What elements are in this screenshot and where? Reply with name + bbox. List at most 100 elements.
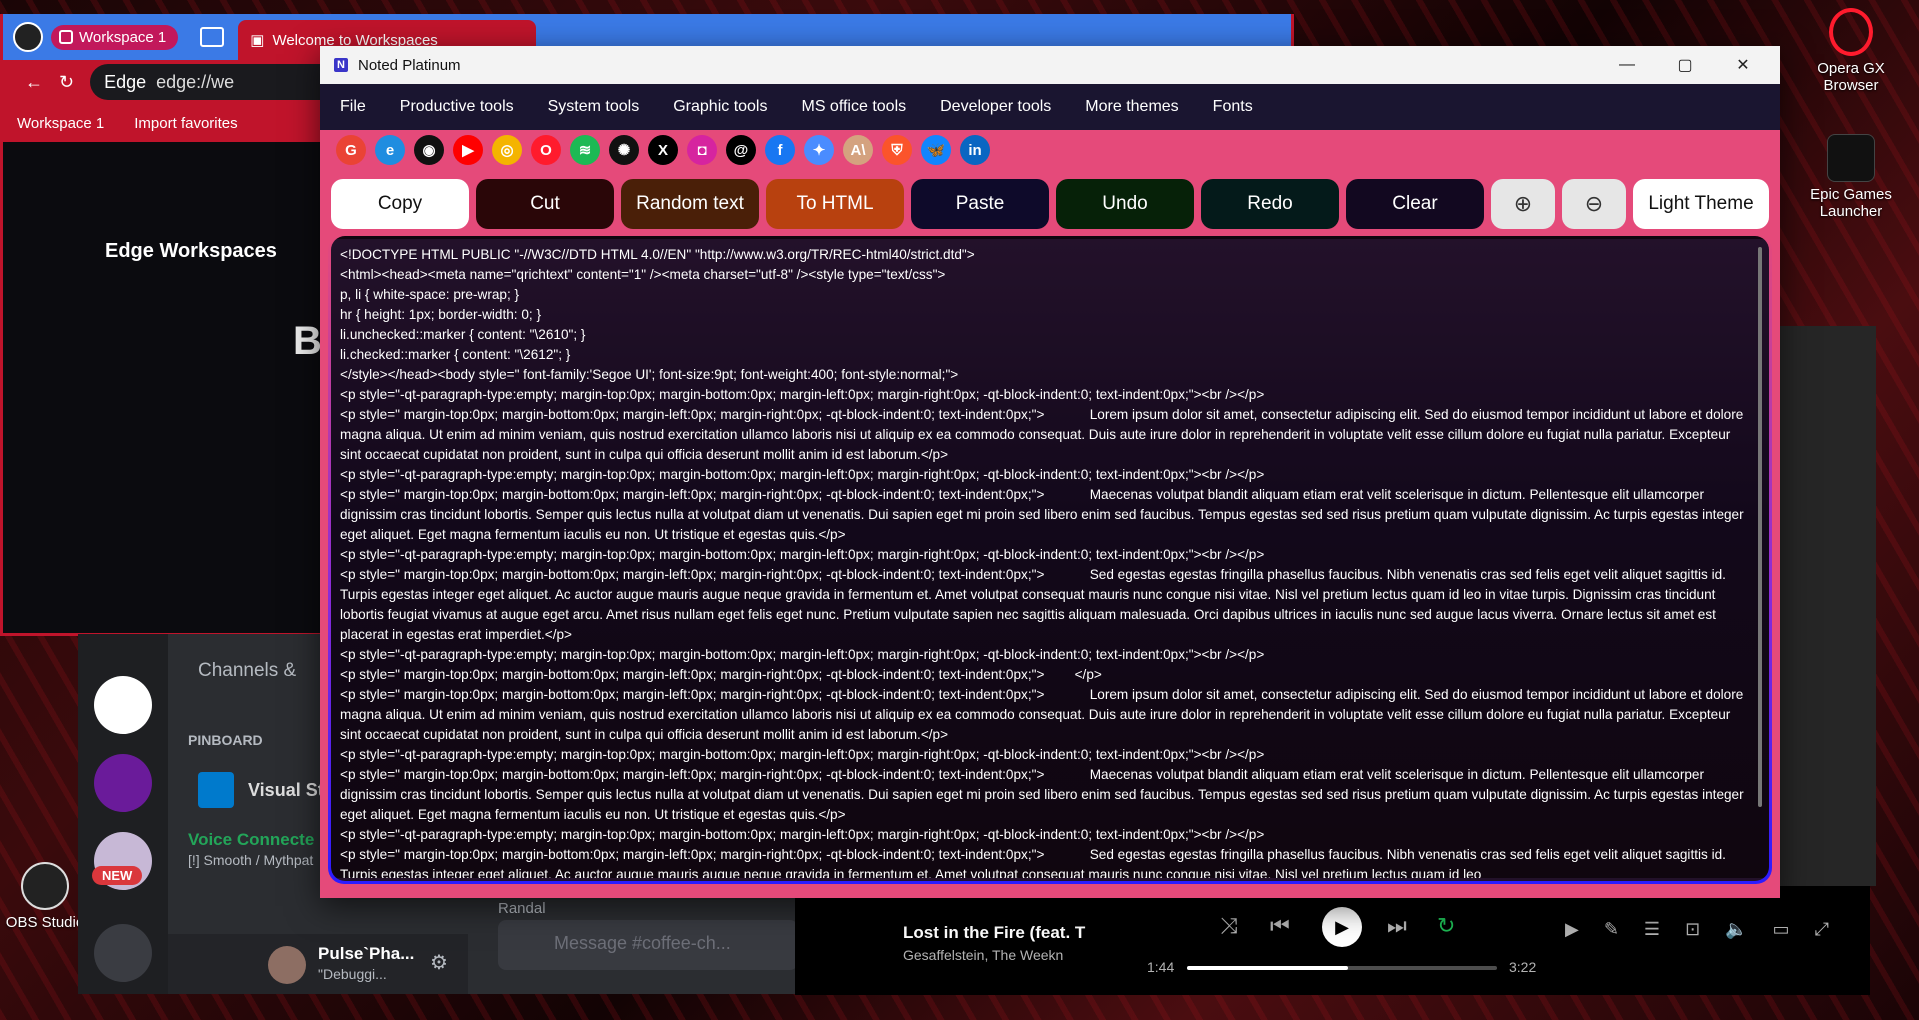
track-title[interactable]: Lost in the Fire (feat. T [903, 923, 1085, 943]
random-text-button[interactable]: Random text [621, 179, 759, 229]
spotify-icon[interactable]: ≋ [570, 135, 600, 165]
menu-graphic-tools[interactable]: Graphic tools [673, 98, 784, 116]
window-controls: — ▢ ✕ [1598, 46, 1772, 84]
pinboard-header[interactable]: PINBOARD [188, 732, 263, 748]
paste-button[interactable]: Paste [911, 179, 1049, 229]
edge-logo-label: Edge [104, 71, 147, 92]
menu-more-themes[interactable]: More themes [1085, 98, 1195, 116]
anthropic-icon[interactable]: A\ [843, 135, 873, 165]
elapsed-time: 1:44 [1147, 959, 1175, 975]
zoom-out-button[interactable]: ⊖ [1562, 179, 1626, 229]
menu-file[interactable]: File [340, 98, 383, 116]
menu-system-tools[interactable]: System tools [548, 98, 657, 116]
server-icon[interactable] [94, 754, 152, 812]
voice-connected-label: Voice Connecte [188, 830, 315, 849]
menu-productive-tools[interactable]: Productive tools [400, 98, 531, 116]
edge-page-heading: B [293, 319, 322, 363]
total-time: 3:22 [1509, 959, 1537, 975]
openai-icon[interactable]: ✺ [609, 135, 639, 165]
user-panel [168, 934, 468, 994]
workspace-icon: ▣ [250, 32, 265, 49]
window-title: Noted Platinum [358, 56, 461, 74]
youtube-icon[interactable]: ▶ [453, 135, 483, 165]
track-artist[interactable]: Gesaffelstein, The Weekn [903, 947, 1063, 963]
user-status: "Debuggi... [318, 966, 387, 982]
new-badge: NEW [92, 866, 143, 885]
settings-icon[interactable]: ⚙ [430, 950, 448, 975]
scrollbar[interactable] [1758, 247, 1762, 807]
message-placeholder: Message #coffee-ch... [554, 933, 731, 953]
copy-button[interactable]: Copy [331, 179, 469, 229]
progress-fill [1187, 966, 1349, 970]
google-icon[interactable]: G [336, 135, 366, 165]
x-icon[interactable]: X [648, 135, 678, 165]
obs-icon [21, 862, 69, 910]
maximize-icon[interactable]: ▢ [1656, 46, 1714, 84]
refresh-icon[interactable]: ↻ [59, 72, 74, 93]
text-editor[interactable]: <!DOCTYPE HTML PUBLIC "-//W3C//DTD HTML … [331, 236, 1769, 881]
workspace-icon [59, 30, 73, 44]
back-icon[interactable]: ← [25, 72, 43, 93]
edge-workspaces-title: Edge Workspaces [105, 240, 277, 262]
channels-label[interactable]: Channels & [198, 660, 296, 682]
gemini-icon[interactable]: ✦ [804, 135, 834, 165]
facebook-icon[interactable]: f [765, 135, 795, 165]
username: Pulse`Pha... [318, 944, 415, 963]
title-bar: N Noted Platinum — ▢ ✕ [320, 46, 1780, 84]
workspace-pill[interactable]: Workspace 1 [51, 24, 179, 50]
editor-content[interactable]: <!DOCTYPE HTML PUBLIC "-//W3C//DTD HTML … [340, 245, 1746, 878]
menu-developer-tools[interactable]: Developer tools [940, 98, 1068, 116]
avatar[interactable] [13, 22, 43, 52]
close-icon[interactable]: ✕ [1714, 46, 1772, 84]
brave-icon[interactable]: ⛨ [882, 135, 912, 165]
zoom-in-button[interactable]: ⊕ [1491, 179, 1555, 229]
minimize-icon[interactable]: — [1598, 46, 1656, 84]
desktop-icon-opera-gx[interactable]: Opera GX Browser [1796, 8, 1906, 94]
discord-server-rail [78, 634, 168, 994]
progress-bar[interactable] [1187, 966, 1497, 970]
threads-icon[interactable]: @ [726, 135, 756, 165]
previous-icon[interactable]: ⏮ [1270, 913, 1290, 939]
visual-studio-icon [198, 772, 234, 808]
redo-button[interactable]: Redo [1201, 179, 1339, 229]
tab-actions-icon[interactable] [200, 27, 225, 47]
clear-button[interactable]: Clear [1346, 179, 1484, 229]
bluesky-icon[interactable]: 🦋 [921, 135, 951, 165]
shuffle-icon[interactable]: ⤨ [1220, 913, 1238, 939]
message-author: Randal [498, 900, 546, 917]
menu-fonts[interactable]: Fonts [1213, 98, 1270, 116]
github-icon[interactable]: ◉ [414, 135, 444, 165]
message-input[interactable]: Message #coffee-ch... [498, 920, 798, 970]
desktop-icon-label: OBS Studio [5, 914, 85, 931]
workspace-pill-label: Workspace 1 [79, 28, 167, 46]
action-toolbar: Copy Cut Random text To HTML Paste Undo Redo Cl… [331, 179, 1769, 229]
linkedin-icon[interactable]: in [960, 135, 990, 165]
light-theme-button[interactable]: Light Theme [1633, 179, 1769, 229]
avatar[interactable] [268, 946, 306, 984]
next-icon[interactable]: ⏭ [1387, 913, 1407, 939]
desktop-icon-label: Opera GX Browser [1817, 60, 1885, 94]
to-html-button[interactable]: To HTML [766, 179, 904, 229]
fav-import[interactable]: Import favorites [134, 115, 237, 132]
menu-ms-office-tools[interactable]: MS office tools [801, 98, 923, 116]
chrome-icon[interactable]: ◎ [492, 135, 522, 165]
noted-platinum-window[interactable]: N Noted Platinum — ▢ ✕ File Productive to… [320, 46, 1780, 898]
undo-button[interactable]: Undo [1056, 179, 1194, 229]
discover-icon[interactable] [94, 924, 152, 982]
repeat-icon[interactable]: ↻ [1437, 913, 1455, 939]
side-panel [1776, 326, 1876, 886]
site-shortcuts-bar: Ge ◉ ▶ ◎ O ≋ ✺ X ◘ @ f ✦ A\ ⛨ 🦋 in [320, 130, 1780, 170]
fav-workspace[interactable]: Workspace 1 [17, 115, 104, 132]
epic-games-icon [1827, 134, 1875, 182]
instagram-icon[interactable]: ◘ [687, 135, 717, 165]
desktop-icon-label: Epic Games Launcher [1810, 186, 1892, 220]
voice-channel-sub: [!] Smooth / Mythpat [188, 852, 314, 868]
opera-icon[interactable]: O [531, 135, 561, 165]
desktop-icon-epic[interactable]: Epic Games Launcher [1796, 134, 1906, 220]
playback-extras[interactable]: ▶ ✎ ☰ ⊡ 🔈 ▭ ⤢ [1565, 919, 1839, 940]
address-url: edge://we [156, 71, 235, 92]
edge-icon[interactable]: e [375, 135, 405, 165]
cut-button[interactable]: Cut [476, 179, 614, 229]
play-button[interactable]: ▶ [1322, 907, 1362, 947]
server-icon[interactable] [94, 676, 152, 734]
